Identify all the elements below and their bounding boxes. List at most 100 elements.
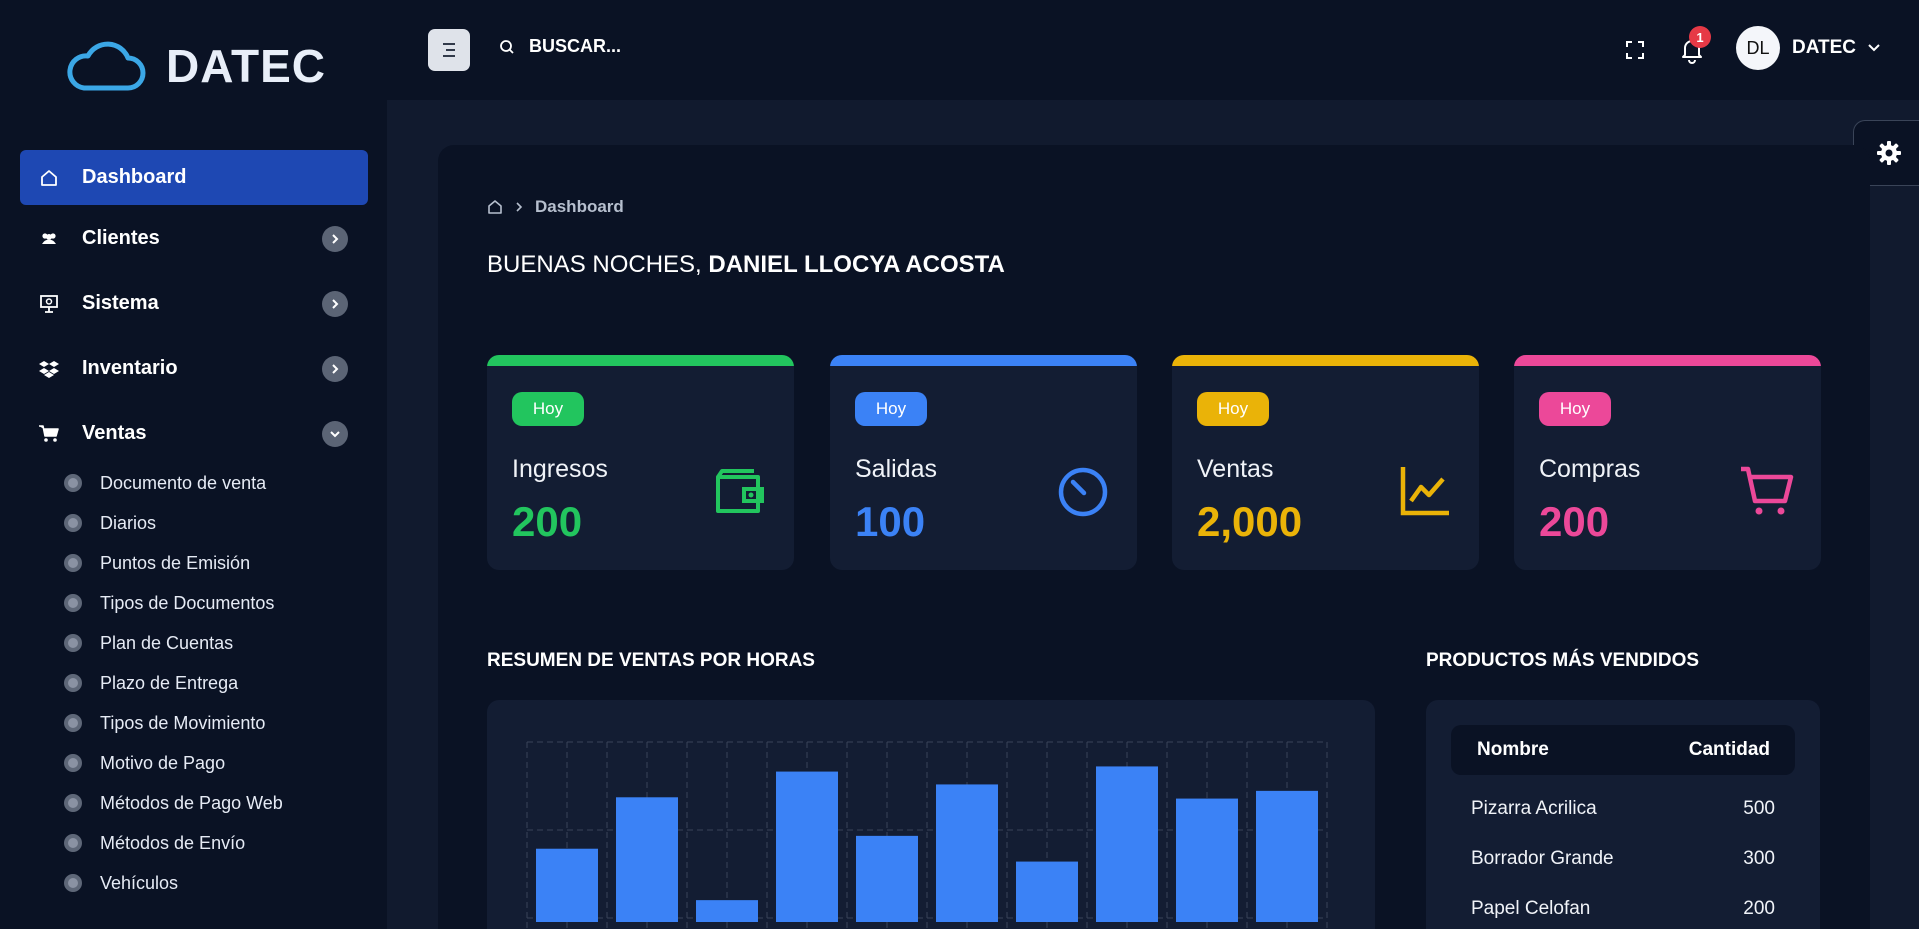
greeting-user-name: DANIEL LLOCYA ACOSTA — [708, 251, 1005, 278]
sidebar-subitem[interactable]: Puntos de Emisión — [64, 548, 250, 578]
sales-chart-card — [487, 700, 1375, 929]
greeting-prefix: BUENAS NOCHES, — [487, 251, 709, 278]
sidebar-subitem[interactable]: Tipos de Documentos — [64, 588, 274, 618]
card-value: 2,000 — [1197, 498, 1303, 545]
notification-badge: 1 — [1689, 26, 1711, 48]
card-title: Compras — [1539, 455, 1641, 483]
sidebar-item-label: Sistema — [82, 292, 159, 314]
bullet-icon — [64, 754, 82, 772]
sidebar-subitem[interactable]: Métodos de Pago Web — [64, 788, 283, 818]
product-quantity: 300 — [1743, 848, 1775, 869]
sidebar-item-label: Inventario — [82, 357, 178, 379]
card-accent-bar — [1514, 355, 1821, 366]
chart-bar[interactable] — [1176, 798, 1238, 922]
cloud-icon — [67, 41, 146, 91]
product-name: Papel Celofan — [1471, 898, 1591, 919]
chevron-right-icon[interactable] — [322, 290, 348, 317]
chevron-down-icon[interactable] — [322, 420, 348, 447]
period-badge: Hoy — [855, 392, 927, 426]
column-header-quantity: Cantidad — [1688, 739, 1770, 760]
shopping-cart-icon — [1741, 466, 1794, 515]
sidebar-item-dashboard[interactable]: Dashboard — [20, 150, 368, 205]
chevron-right-icon[interactable] — [322, 225, 348, 252]
sidebar: DATEC Dashboard Clientes Sistema Inventa… — [0, 0, 387, 929]
period-badge: Hoy — [512, 392, 584, 426]
card-value: 100 — [855, 498, 926, 545]
bullet-icon — [64, 594, 82, 612]
bullet-icon — [64, 474, 82, 492]
bullet-icon — [64, 834, 82, 852]
search-icon — [500, 39, 514, 54]
chevron-right-icon[interactable] — [322, 355, 348, 382]
sidebar-item-inventario[interactable]: Inventario — [20, 341, 368, 396]
chart-bar[interactable] — [776, 771, 838, 922]
sidebar-subitem[interactable]: Plan de Cuentas — [64, 628, 233, 658]
main-panel: Dashboard BUENAS NOCHES, DANIEL LLOCYA A… — [438, 145, 1870, 929]
users-icon — [38, 228, 60, 250]
search-input[interactable] — [529, 36, 729, 57]
sidebar-item-label: Dashboard — [82, 166, 187, 188]
brand-name: DATEC — [166, 40, 327, 92]
card-value: 200 — [512, 498, 583, 545]
bullet-icon — [64, 514, 82, 532]
monitor-icon — [38, 293, 60, 315]
product-name: Borrador Grande — [1471, 848, 1614, 869]
breadcrumb-current: Dashboard — [535, 197, 624, 216]
bullet-icon — [64, 634, 82, 652]
cart-icon — [38, 423, 60, 445]
gear-icon — [1876, 141, 1901, 165]
sidebar-item-clientes[interactable]: Clientes — [20, 211, 368, 266]
sidebar-subitem[interactable]: Documento de venta — [64, 468, 266, 498]
bullet-icon — [64, 554, 82, 572]
chart-bar[interactable] — [616, 797, 678, 922]
chevron-down-icon — [1868, 44, 1880, 52]
period-badge: Hoy — [1197, 392, 1269, 426]
sidebar-subitem[interactable]: Vehículos — [64, 868, 178, 898]
chart-bar[interactable] — [936, 784, 998, 922]
bullet-icon — [64, 674, 82, 692]
user-name: DATEC — [1792, 37, 1857, 58]
chart-bar[interactable] — [1096, 766, 1158, 922]
stat-card-salidas: Hoy Salidas 100 — [830, 355, 1137, 570]
sales-bar-chart — [526, 741, 1328, 929]
chart-bar[interactable] — [1016, 861, 1078, 922]
sidebar-item-label: Clientes — [82, 227, 160, 249]
chart-bar[interactable] — [536, 848, 598, 922]
sidebar-subitem[interactable]: Diarios — [64, 508, 156, 538]
brand-logo[interactable]: DATEC — [66, 38, 326, 94]
card-title: Salidas — [855, 455, 937, 483]
trend-chart-icon — [1400, 467, 1449, 516]
user-menu[interactable]: DL DATEC — [1736, 26, 1880, 70]
dropbox-icon — [38, 358, 60, 380]
chart-bar[interactable] — [856, 835, 918, 922]
bullet-icon — [64, 714, 82, 732]
stat-card-ingresos: Hoy Ingresos 200 — [487, 355, 794, 570]
menu-toggle-button[interactable] — [428, 29, 470, 71]
home-icon — [38, 167, 60, 189]
stat-card-compras: Hoy Compras 200 — [1514, 355, 1821, 570]
sidebar-subitem[interactable]: Métodos de Envío — [64, 828, 245, 858]
breadcrumb: Dashboard — [487, 197, 624, 217]
period-badge: Hoy — [1539, 392, 1611, 426]
sidebar-subitem[interactable]: Tipos de Movimiento — [64, 708, 265, 738]
timer-icon — [1058, 467, 1108, 517]
sidebar-item-ventas[interactable]: Ventas — [20, 406, 368, 461]
sales-chart-title: RESUMEN DE VENTAS POR HORAS — [487, 650, 815, 671]
home-icon[interactable] — [487, 199, 503, 215]
card-accent-bar — [1172, 355, 1479, 366]
column-header-name: Nombre — [1477, 739, 1549, 760]
fullscreen-icon[interactable] — [1623, 38, 1647, 62]
sidebar-item-sistema[interactable]: Sistema — [20, 276, 368, 331]
bullet-icon — [64, 874, 82, 892]
sidebar-item-label: Ventas — [82, 422, 147, 444]
chart-bar[interactable] — [1256, 790, 1318, 922]
card-accent-bar — [487, 355, 794, 366]
sidebar-subitem[interactable]: Motivo de Pago — [64, 748, 225, 778]
hamburger-icon — [443, 43, 455, 57]
chart-bar[interactable] — [696, 900, 758, 922]
card-accent-bar — [830, 355, 1137, 366]
sidebar-subitem[interactable]: Plazo de Entrega — [64, 668, 238, 698]
card-title: Ingresos — [512, 455, 608, 483]
bullet-icon — [64, 794, 82, 812]
page-title: BUENAS NOCHES, DANIEL LLOCYA ACOSTA — [487, 251, 1005, 279]
